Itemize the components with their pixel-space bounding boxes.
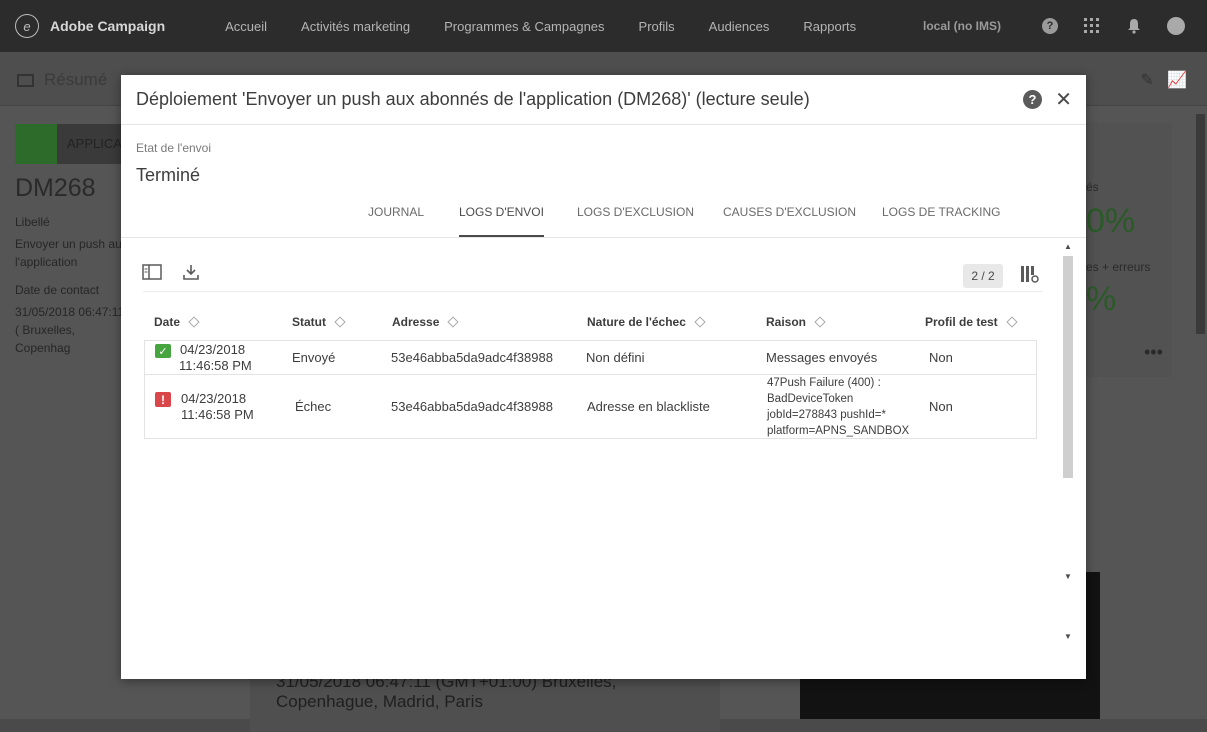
toolbar-divider [143, 291, 1043, 292]
nav-rapports[interactable]: Rapports [803, 19, 856, 34]
status-label: Etat de l'envoi [136, 141, 212, 155]
column-statut[interactable]: Statut [292, 315, 346, 329]
help-icon[interactable]: ? [1041, 17, 1059, 35]
table-header: Date Statut Adresse Nature de l'échec Ra… [145, 315, 1045, 339]
scroll-down-icon[interactable]: ▼ [1064, 572, 1072, 581]
sort-icon[interactable] [188, 316, 200, 328]
dialog-header: Déploiement 'Envoyer un push aux abonnés… [121, 75, 1086, 125]
panel-icon [17, 73, 34, 87]
adobe-campaign-logo[interactable]: e Adobe Campaign [15, 14, 165, 38]
page-scrollbar[interactable] [1196, 114, 1205, 334]
logs-table: ✓ 04/23/2018 11:46:58 PM Envoyé 53e46abb… [144, 340, 1037, 439]
dialog-title: Déploiement 'Envoyer un push aux abonnés… [136, 89, 810, 109]
column-settings-icon[interactable] [1020, 265, 1040, 288]
tab-logs-exclusion[interactable]: Logs d'exclusion [577, 205, 694, 219]
sort-icon[interactable] [334, 316, 346, 328]
table-row[interactable]: ✓ 04/23/2018 11:46:58 PM Envoyé 53e46abb… [145, 341, 1036, 374]
nav-audiences[interactable]: Audiences [709, 19, 770, 34]
background-card [1086, 122, 1172, 377]
sort-icon[interactable] [447, 316, 460, 328]
adobe-logo-icon: e [15, 14, 39, 38]
sort-icon[interactable] [814, 316, 826, 328]
error-icon: ! [155, 392, 171, 407]
pagination-counter: 2 / 2 [963, 264, 1003, 288]
deployment-dialog: Déploiement 'Envoyer un push aux abonnés… [121, 75, 1086, 679]
bell-icon[interactable] [1125, 17, 1143, 35]
apps-grid-icon[interactable] [1083, 17, 1101, 35]
column-nature-echec[interactable]: Nature de l'échec [587, 315, 706, 329]
scroll-up-icon[interactable]: ▲ [1064, 242, 1072, 251]
nav-programmes-campagnes[interactable]: Programmes & Campagnes [444, 19, 604, 34]
resume-title: Résumé [17, 70, 107, 90]
table-scrollbar[interactable]: ▲ ▼ [1060, 238, 1076, 644]
bell-icon [15, 124, 57, 164]
top-navigation: e Adobe Campaign Accueil Activités marke… [0, 0, 1207, 52]
sort-icon[interactable] [694, 316, 706, 328]
column-raison[interactable]: Raison [766, 315, 826, 329]
tab-causes-exclusion[interactable]: Causes d'exclusion [723, 205, 856, 219]
tab-logs-envoi[interactable]: Logs d'envoi [459, 205, 544, 237]
nav-accueil[interactable]: Accueil [225, 19, 267, 34]
secondary-scrollbar[interactable]: ▼ [1060, 600, 1076, 645]
tab-journal[interactable]: Journal [368, 205, 424, 219]
help-icon[interactable]: ? [1023, 90, 1042, 109]
status-value: Terminé [136, 165, 201, 185]
avatar[interactable] [1167, 17, 1185, 35]
column-profil-test[interactable]: Profil de test [925, 315, 1018, 329]
close-icon[interactable]: ✕ [1055, 87, 1072, 112]
tabs-bar: Journal Logs d'envoi Logs d'exclusion Ca… [121, 195, 1086, 238]
tab-logs-tracking[interactable]: Logs de tracking [882, 205, 1000, 219]
column-date[interactable]: Date [154, 315, 200, 329]
background-tools: ✎ 📈 [1140, 72, 1187, 89]
toggle-panel-icon[interactable] [142, 264, 162, 285]
scrollbar-thumb[interactable] [1063, 256, 1073, 478]
nav-profils[interactable]: Profils [639, 19, 675, 34]
column-adresse[interactable]: Adresse [392, 315, 460, 329]
user-instance-label[interactable]: local (no IMS) [923, 19, 1001, 33]
success-icon: ✓ [155, 344, 171, 358]
download-icon[interactable] [182, 263, 200, 286]
table-row[interactable]: ! 04/23/2018 11:46:58 PM Échec 53e46abba… [145, 374, 1036, 438]
nav-activites-marketing[interactable]: Activités marketing [301, 19, 410, 34]
sort-icon[interactable] [1006, 316, 1018, 328]
brand-name: Adobe Campaign [50, 18, 166, 34]
scroll-down-icon[interactable]: ▼ [1064, 632, 1072, 641]
more-icon: ••• [1144, 342, 1163, 362]
